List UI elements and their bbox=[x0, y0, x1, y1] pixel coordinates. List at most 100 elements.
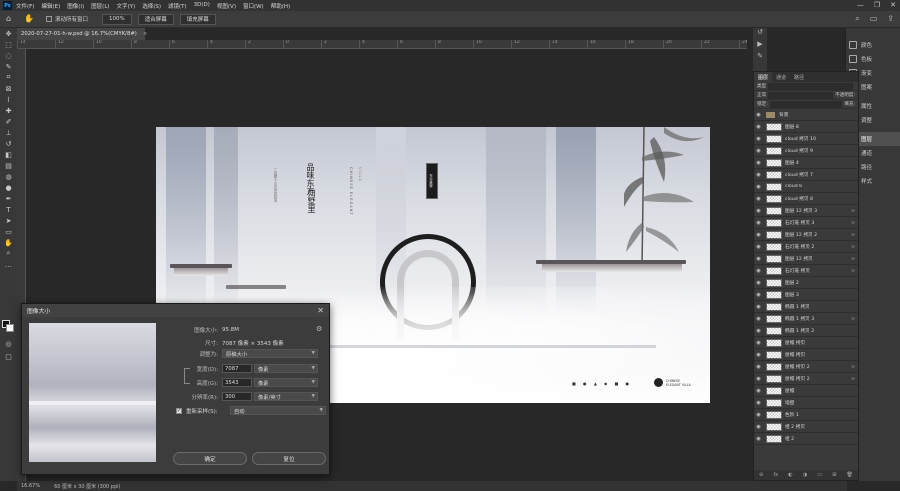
eraser-tool-icon[interactable]: ◧ bbox=[0, 149, 17, 160]
layer-row[interactable]: ◉ 屋檐 拷贝 bbox=[754, 337, 858, 349]
reset-button[interactable]: 复位 bbox=[252, 452, 326, 465]
visibility-eye-icon[interactable]: ◉ bbox=[754, 412, 763, 418]
layer-row[interactable]: ◉ 墙壁 bbox=[754, 397, 858, 409]
visibility-eye-icon[interactable]: ◉ bbox=[754, 292, 763, 298]
layer-row[interactable]: ◉ 图层 3 bbox=[754, 289, 858, 301]
height-unit-select[interactable]: 像素 ▼ bbox=[254, 378, 318, 387]
visibility-eye-icon[interactable]: ◉ bbox=[754, 220, 763, 226]
lasso-tool-icon[interactable]: ◌ bbox=[0, 50, 17, 61]
layers-footer-icon[interactable]: ◐ bbox=[788, 472, 792, 478]
visibility-eye-icon[interactable]: ◉ bbox=[754, 160, 763, 166]
frame-tool-icon[interactable]: ⊠ bbox=[0, 83, 17, 94]
tab-layers[interactable]: 图层 bbox=[754, 72, 773, 82]
close-window-icon[interactable]: ✕ bbox=[890, 1, 896, 9]
visibility-eye-icon[interactable]: ◉ bbox=[754, 340, 763, 346]
visibility-eye-icon[interactable]: ◉ bbox=[754, 316, 763, 322]
layers-footer-icon[interactable]: ⊖ bbox=[759, 472, 763, 478]
menu-item[interactable]: 图像(I) bbox=[67, 2, 84, 10]
brush-tool-icon[interactable]: ✐ bbox=[0, 116, 17, 127]
home-icon[interactable]: ⌂ bbox=[6, 14, 16, 24]
zoom-level[interactable]: 16.67% bbox=[21, 483, 40, 489]
layer-row[interactable]: ◉ 色阶 1 bbox=[754, 409, 858, 421]
visibility-eye-icon[interactable]: ◉ bbox=[754, 304, 763, 310]
search-icon[interactable]: ⌕ bbox=[855, 14, 859, 24]
fit-to-select[interactable]: 原稿大小 ▼ bbox=[222, 349, 318, 358]
visibility-eye-icon[interactable]: ◉ bbox=[754, 148, 763, 154]
visibility-eye-icon[interactable]: ◉ bbox=[754, 196, 763, 202]
fill-screen-button[interactable]: 填充屏幕 bbox=[179, 13, 216, 25]
dodge-tool-icon[interactable]: ● bbox=[0, 182, 17, 193]
layer-row[interactable]: ◉ 屋檐 拷贝 bbox=[754, 349, 858, 361]
blend-mode-field[interactable] bbox=[768, 91, 834, 99]
visibility-eye-icon[interactable]: ◉ bbox=[754, 388, 763, 394]
healing-brush-tool-icon[interactable]: ✚ bbox=[0, 105, 17, 116]
visibility-eye-icon[interactable]: ◉ bbox=[754, 244, 763, 250]
layer-row[interactable]: ◉ 屋檐 拷贝 2 ∞ bbox=[754, 361, 858, 373]
history-icon[interactable]: ↺ bbox=[753, 28, 767, 40]
actions-icon[interactable]: ▶ bbox=[753, 40, 767, 52]
visibility-eye-icon[interactable]: ◉ bbox=[754, 400, 763, 406]
layers-footer-icon[interactable]: 🗑 bbox=[847, 472, 853, 478]
dock-item[interactable]: 颜色 bbox=[846, 38, 900, 52]
filter-field[interactable] bbox=[768, 82, 853, 90]
visibility-eye-icon[interactable]: ◉ bbox=[754, 208, 763, 214]
layer-row[interactable]: ◉ 背景 bbox=[754, 109, 858, 121]
lock-icons[interactable] bbox=[769, 100, 843, 108]
more-tools-icon[interactable]: … bbox=[0, 259, 17, 270]
blend-mode-select[interactable]: 正常 bbox=[757, 92, 766, 98]
layers-footer-icon[interactable]: ▭ bbox=[817, 472, 822, 478]
visibility-eye-icon[interactable]: ◉ bbox=[754, 112, 763, 118]
marquee-tool-icon[interactable]: ⬚ bbox=[0, 39, 17, 50]
layer-row[interactable]: ◉ 组 2 拷贝 bbox=[754, 421, 858, 433]
visibility-eye-icon[interactable]: ◉ bbox=[754, 184, 763, 190]
move-tool-icon[interactable]: ✥ bbox=[0, 28, 17, 39]
ok-button[interactable]: 确定 bbox=[173, 452, 247, 465]
width-input[interactable]: 7087 bbox=[222, 364, 252, 373]
menu-item[interactable]: 视图(V) bbox=[217, 2, 236, 10]
visibility-eye-icon[interactable]: ◉ bbox=[754, 232, 763, 238]
layer-row[interactable]: ◉ cloud 拷贝 7 bbox=[754, 169, 858, 181]
resolution-input[interactable]: 300 bbox=[222, 392, 252, 401]
hand-tool-icon[interactable]: ✋ bbox=[0, 237, 17, 248]
visibility-eye-icon[interactable]: ◉ bbox=[754, 124, 763, 130]
layer-row[interactable]: ◉ 石灯笼 拷贝 ∞ bbox=[754, 265, 858, 277]
layer-row[interactable]: ◉ 图层 12 拷贝 3 ∞ bbox=[754, 205, 858, 217]
layer-row[interactable]: ◉ 椭圆 1 拷贝 2 bbox=[754, 325, 858, 337]
width-unit-select[interactable]: 像素 ▼ bbox=[254, 364, 318, 373]
layer-row[interactable]: ◉ 图层 8 bbox=[754, 121, 858, 133]
layer-row[interactable]: ◉ cloud 拷贝 10 bbox=[754, 133, 858, 145]
gear-icon[interactable]: ⚙ bbox=[316, 325, 322, 333]
layer-row[interactable]: ◉ 屋檐 拷贝 2 ∞ bbox=[754, 373, 858, 385]
document-tab[interactable]: 2020-07-27-01-h-w.psd @ 16.7%(CMYK/8#) × bbox=[17, 28, 147, 40]
screen-mode-icon[interactable]: ▢ bbox=[0, 351, 17, 362]
share-icon[interactable]: ⇪ bbox=[887, 14, 894, 24]
layer-row[interactable]: ◉ 组 2 bbox=[754, 433, 858, 445]
tab-paths[interactable]: 路径 bbox=[790, 74, 808, 81]
eyedropper-tool-icon[interactable]: ⌇ bbox=[0, 94, 17, 105]
background-color-swatch[interactable] bbox=[6, 324, 14, 332]
fit-screen-button[interactable]: 适合屏幕 bbox=[137, 13, 174, 25]
dock-item[interactable]: 色板 bbox=[846, 52, 900, 66]
minimize-icon[interactable]: — bbox=[857, 1, 864, 9]
visibility-eye-icon[interactable]: ◉ bbox=[754, 136, 763, 142]
layer-row[interactable]: ◉ cloud 6 bbox=[754, 181, 858, 193]
visibility-eye-icon[interactable]: ◉ bbox=[754, 268, 763, 274]
layer-row[interactable]: ◉ 图层 4 bbox=[754, 157, 858, 169]
layer-row[interactable]: ◉ 图层 12 拷贝 ∞ bbox=[754, 253, 858, 265]
menu-item[interactable]: 图层(L) bbox=[91, 2, 109, 10]
height-input[interactable]: 3543 bbox=[222, 378, 252, 387]
menu-item[interactable]: 滤镜(T) bbox=[168, 2, 187, 10]
visibility-eye-icon[interactable]: ◉ bbox=[754, 436, 763, 442]
quick-mask-icon[interactable]: ◎ bbox=[0, 338, 17, 349]
layer-row[interactable]: ◉ 图层 2 bbox=[754, 277, 858, 289]
resample-select[interactable]: 自动 ▼ bbox=[230, 406, 326, 415]
menu-item[interactable]: 文字(Y) bbox=[117, 2, 136, 10]
workspace-icon[interactable]: ▭ bbox=[870, 14, 878, 24]
zoom-tool-icon[interactable]: ⌕ bbox=[0, 248, 17, 259]
visibility-eye-icon[interactable]: ◉ bbox=[754, 352, 763, 358]
pen-tool-icon[interactable]: ✒ bbox=[0, 193, 17, 204]
menu-item[interactable]: 窗口(W) bbox=[243, 2, 264, 10]
layer-row[interactable]: ◉ 石灯笼 拷贝 3 ∞ bbox=[754, 217, 858, 229]
visibility-eye-icon[interactable]: ◉ bbox=[754, 328, 763, 334]
visibility-eye-icon[interactable]: ◉ bbox=[754, 280, 763, 286]
